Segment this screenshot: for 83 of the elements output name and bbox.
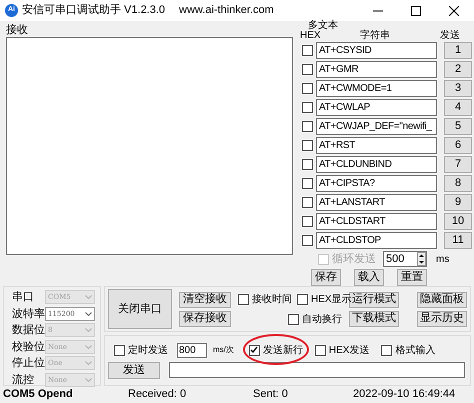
button[interactable]: 保存接收 xyxy=(179,310,231,326)
button[interactable]: 6 xyxy=(444,137,472,154)
command-field[interactable]: AT+CLDSTOP xyxy=(316,232,437,249)
setting-label: 校验位 xyxy=(12,340,45,354)
checkbox[interactable] xyxy=(302,64,313,75)
command-field[interactable]: AT+RST xyxy=(316,137,437,154)
command-field[interactable]: AT+CIPSTA? xyxy=(316,175,437,192)
checkbox-label: HEX显示 xyxy=(311,294,352,306)
button[interactable]: 重置 xyxy=(397,269,427,286)
command-field[interactable]: AT+CWMODE=1 xyxy=(316,80,437,97)
send-input-field[interactable] xyxy=(169,362,465,378)
date-time: 2022-09-10 16:49:44 xyxy=(353,387,456,402)
window-title: 安信可串口调试助手 V1.2.3.0 xyxy=(22,2,166,18)
button[interactable]: 1 xyxy=(444,42,472,59)
command-field[interactable]: AT+CLDUNBIND xyxy=(316,156,437,173)
checkbox[interactable] xyxy=(302,216,313,227)
panel-title: 多文本 xyxy=(308,21,339,31)
button[interactable]: 发送 xyxy=(108,362,160,378)
button[interactable]: 8 xyxy=(444,175,472,192)
button[interactable]: 5 xyxy=(444,118,472,135)
checkbox-label: 发送新行 xyxy=(262,344,303,358)
button[interactable]: 3 xyxy=(444,80,472,97)
button[interactable]: 4 xyxy=(444,99,472,116)
checkbox[interactable] xyxy=(314,344,326,356)
button[interactable]: 2 xyxy=(444,61,472,78)
command-field[interactable]: AT+CSYSID xyxy=(316,42,437,59)
button[interactable]: 7 xyxy=(444,156,472,173)
button[interactable]: 9 xyxy=(444,194,472,211)
setting-label: 波特率 xyxy=(12,306,45,322)
received-count: Received: 0 xyxy=(128,387,188,402)
button[interactable]: 11 xyxy=(444,232,472,249)
checkbox[interactable] xyxy=(238,294,249,304)
button[interactable]: 载入 xyxy=(354,269,384,286)
close-icon[interactable] xyxy=(449,6,459,16)
sent-count: Sent: 0 xyxy=(253,387,289,402)
column-header: 发送 xyxy=(440,31,460,41)
checkbox[interactable] xyxy=(248,344,260,356)
button[interactable]: 保存 xyxy=(311,269,341,286)
checkbox[interactable] xyxy=(302,178,313,189)
checkbox[interactable] xyxy=(302,197,313,208)
interval-unit-label: ms/次 xyxy=(213,344,234,356)
receive-label: 接收 xyxy=(6,23,29,37)
checkbox-label: 定时发送 xyxy=(128,344,168,358)
setting-label: 数据位 xyxy=(12,323,45,338)
button[interactable]: 下载模式 xyxy=(349,310,399,326)
checkbox[interactable] xyxy=(381,344,392,356)
checkbox-label: HEX发送 xyxy=(328,344,370,358)
checkbox[interactable] xyxy=(297,294,308,304)
checkbox[interactable] xyxy=(302,83,313,94)
button[interactable]: 清空接收 xyxy=(179,292,231,308)
command-field[interactable]: AT+GMR xyxy=(316,61,437,78)
command-field[interactable]: AT+LANSTART xyxy=(316,194,437,211)
checkbox[interactable] xyxy=(302,45,313,56)
checkbox-label: 格式输入 xyxy=(395,344,436,358)
checkbox[interactable] xyxy=(288,314,299,324)
website-url: www.ai-thinker.com xyxy=(179,3,274,18)
spin-arrows-icon[interactable] xyxy=(417,252,426,266)
command-field[interactable]: AT+CWLAP xyxy=(316,99,437,116)
checkbox[interactable] xyxy=(302,235,313,246)
button[interactable]: 隐藏面板 xyxy=(417,292,467,308)
column-header: 字符串 xyxy=(360,31,391,41)
checkbox-label: 接收时间 xyxy=(252,292,292,306)
checkbox[interactable] xyxy=(302,102,313,113)
checkbox-label: 自动换行 xyxy=(302,312,342,326)
command-field[interactable]: AT+CWJAP_DEF="newifi_ xyxy=(316,118,437,135)
checkbox[interactable] xyxy=(302,159,313,170)
setting-label: 流控 xyxy=(12,372,35,388)
button[interactable]: 显示历史 xyxy=(417,310,467,326)
maximize-icon[interactable] xyxy=(411,6,421,16)
loop-send-label: 循环发送 xyxy=(332,252,376,267)
port-status: COM5 Opend xyxy=(3,387,74,402)
checkbox[interactable] xyxy=(302,140,313,151)
checkbox[interactable] xyxy=(302,121,313,132)
interval-field[interactable]: 800 xyxy=(177,342,207,358)
checkmark-icon xyxy=(250,346,258,354)
checkbox[interactable] xyxy=(114,344,125,356)
unit-label: ms xyxy=(436,252,450,266)
button[interactable]: 关闭串口 xyxy=(108,289,172,329)
setting-label: 停止位 xyxy=(12,356,45,371)
button[interactable]: 10 xyxy=(444,213,472,230)
setting-label: 串口 xyxy=(12,290,35,305)
column-header: HEX xyxy=(300,31,322,41)
command-field[interactable]: AT+CLDSTART xyxy=(316,213,437,230)
